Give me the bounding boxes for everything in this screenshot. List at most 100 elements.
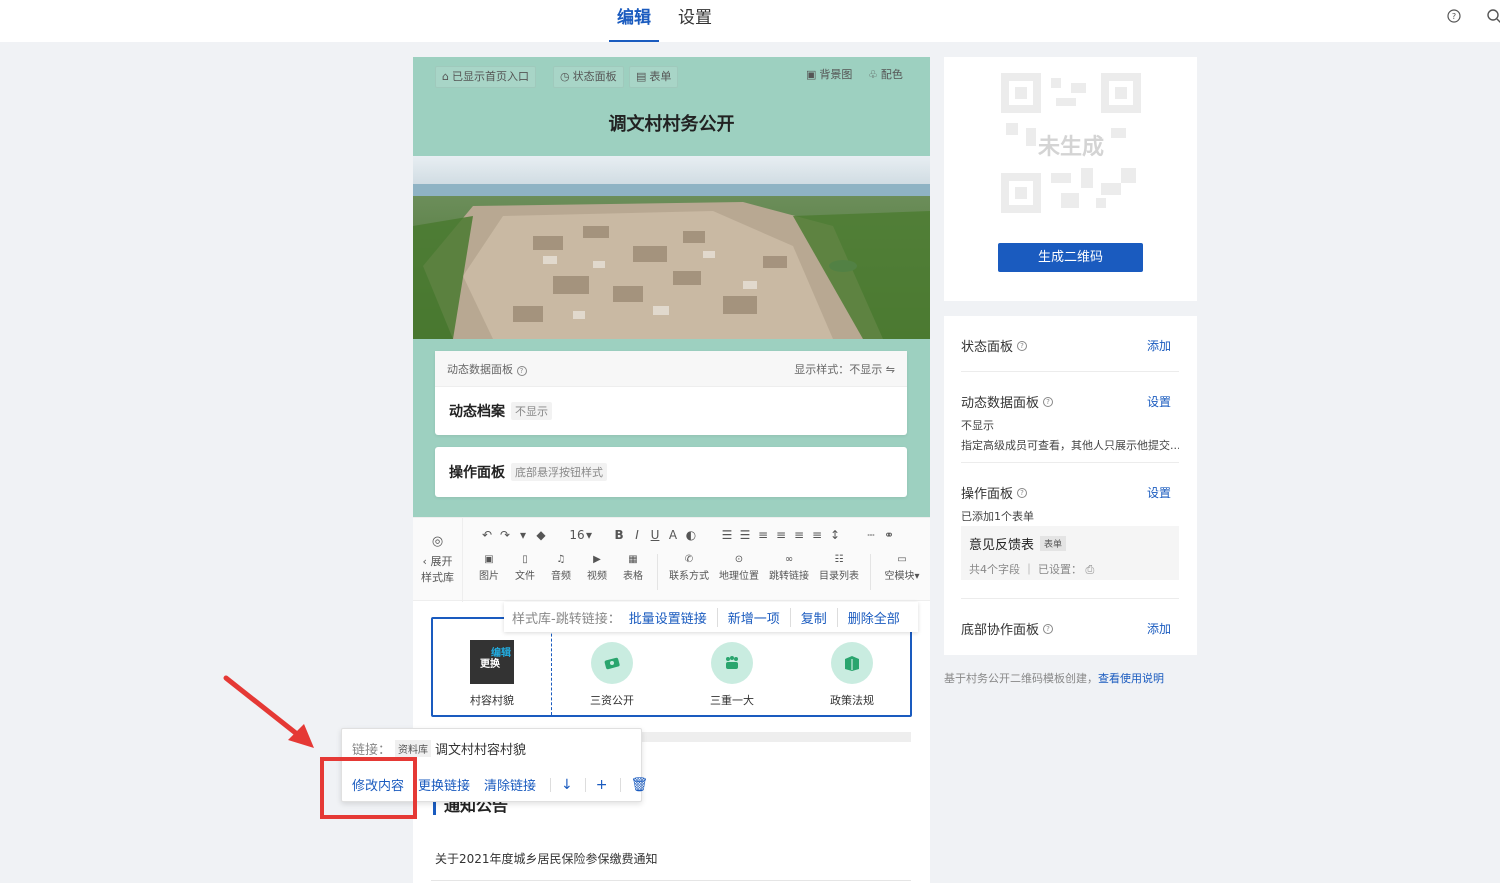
align-center-icon[interactable]: ≡ (772, 528, 790, 542)
font-size-select[interactable]: 16▾ (568, 528, 592, 542)
nav-item-village-appearance[interactable]: 编辑 更换 村容村貌 (433, 619, 552, 715)
svg-text:?: ? (1452, 12, 1456, 21)
tab-edit[interactable]: 编辑 (609, 6, 659, 42)
operation-panel-section: 操作面板? 设置 已添加1个表单 (961, 484, 1171, 523)
palette-icon: ◎ (431, 534, 444, 549)
link-icon[interactable]: ⚭ (880, 528, 898, 542)
qr-code-panel: 未生成 生成二维码 (944, 57, 1197, 301)
batch-set-links-button[interactable]: 批量设置链接 (629, 608, 717, 627)
color-scheme-button[interactable]: ♧ 配色 (868, 66, 903, 84)
add-status-panel-button[interactable]: 添加 (1147, 337, 1171, 354)
nav-item-policies[interactable]: 政策法规 (792, 619, 912, 715)
divider-icon[interactable]: ┄ (862, 528, 880, 542)
feedback-form-item[interactable]: 意见反馈表 表单 共4个字段 ｜ 已设置： ⎙ (961, 526, 1179, 580)
change-link-button[interactable]: 更换链接 (418, 775, 470, 794)
underline-button[interactable]: U (646, 528, 664, 542)
align-left-icon[interactable]: ≡ (754, 528, 772, 542)
clear-link-button[interactable]: 清除链接 (484, 775, 536, 794)
font-color-button[interactable]: A (664, 528, 682, 542)
link-target[interactable]: 调文村村容村貌 (435, 739, 526, 758)
search-icon[interactable] (1486, 8, 1500, 24)
jump-link-grid: 编辑 更换 村容村貌 三资公开 三重一大 政策法规 (431, 617, 912, 717)
source-badge: 资料库 (395, 740, 432, 757)
page-title[interactable]: 调文村村务公开 (413, 110, 930, 136)
insert-location-button[interactable]: ⊙ 地理位置 (714, 554, 764, 590)
notice-item[interactable]: 关于2021年度城乡居民保险参保缴费通知 (435, 850, 658, 867)
expand-style-library-button[interactable]: ◎ ‹ 展开 样式库 (413, 518, 463, 602)
italic-button[interactable]: I (628, 528, 646, 542)
banner-image[interactable] (413, 156, 930, 339)
arrow-down-icon[interactable]: ↓ (561, 777, 573, 793)
image-icon: ▣ (484, 554, 494, 565)
add-bottom-panel-button[interactable]: 添加 (1147, 620, 1171, 637)
display-style-toggle[interactable]: 显示样式：不显示 ⇋ (794, 361, 895, 377)
set-operation-panel-button[interactable]: 设置 (1147, 484, 1171, 501)
question-icon[interactable]: ? (1017, 487, 1028, 498)
eraser-icon[interactable]: ◆ (532, 528, 550, 542)
top-bar: 编辑 设置 ? (0, 0, 1500, 42)
align-justify-icon[interactable]: ≡ (808, 528, 826, 542)
nav-item-assets-disclosure[interactable]: 三资公开 (552, 619, 672, 715)
copy-button[interactable]: 复制 (789, 607, 837, 627)
insert-audio-button[interactable]: ♫ 音频 (543, 554, 579, 590)
template-footnote: 基于村务公开二维码模板创建，查看使用说明 (944, 672, 1164, 685)
line-height-icon[interactable]: ↕ (826, 528, 844, 542)
home-entry-chip[interactable]: ⌂ 已显示首页入口 (435, 66, 536, 88)
insert-contact-button[interactable]: ✆ 联系方式 (664, 554, 714, 590)
printer-icon[interactable]: ⎙ (1086, 563, 1095, 576)
home-icon: ⌂ (442, 70, 449, 83)
trash-icon[interactable]: 🗑 (631, 777, 649, 793)
question-icon[interactable]: ? (1043, 623, 1054, 634)
background-image-button[interactable]: ▣ 背景图 (806, 66, 852, 84)
form-chip[interactable]: ▤ 表单 (629, 66, 679, 88)
nav-item-major-decisions[interactable]: 三重一大 (672, 619, 792, 715)
phone-icon: ✆ (684, 554, 694, 565)
module-icon: ▭ (897, 554, 907, 565)
plus-icon[interactable]: + (596, 777, 608, 793)
highlight-icon[interactable]: ◐ (682, 528, 700, 542)
replace-thumbnail-button[interactable]: 更换 (480, 655, 500, 670)
book-icon (831, 642, 873, 684)
dynamic-data-panel-card[interactable]: 动态数据面板 ? 显示样式：不显示 ⇋ 动态档案 不显示 (435, 351, 907, 435)
question-icon[interactable]: ? (1043, 396, 1054, 407)
chain-icon: ∞ (784, 554, 794, 565)
insert-toc-button[interactable]: ☷ 目录列表 (814, 554, 864, 590)
form-icon: ▤ (636, 70, 647, 83)
help-icon[interactable]: ? (1446, 8, 1462, 24)
unordered-list-icon[interactable]: ☰ (736, 528, 754, 542)
file-icon: ▯ (522, 554, 528, 565)
insert-video-button[interactable]: ▶ 视频 (579, 554, 615, 590)
redo-icon[interactable]: ↷ (496, 528, 514, 542)
delete-all-button[interactable]: 删除全部 (836, 607, 910, 627)
status-panel-chip[interactable]: ◷ 状态面板 (553, 66, 624, 88)
item-thumbnail[interactable]: 编辑 更换 (470, 640, 514, 684)
palette-icon: ♧ (868, 68, 878, 81)
question-icon[interactable]: ? (1017, 340, 1028, 351)
annotation-arrow (223, 675, 314, 748)
operation-panel-style-badge: 底部悬浮按钮样式 (511, 463, 607, 481)
insert-empty-module-button[interactable]: ▭ 空模块▾ (877, 554, 927, 590)
editor-toolbar: ◎ ‹ 展开 样式库 ↶ ↷ ▾ ◆ 16▾ B I U A ◐ ☰ ☰ ≡ ≡… (413, 517, 930, 602)
insert-jump-link-button[interactable]: ∞ 跳转链接 (764, 554, 814, 590)
bold-button[interactable]: B (610, 528, 628, 542)
operation-panel-card[interactable]: 操作面板 底部悬浮按钮样式 (435, 447, 907, 497)
generate-qr-button[interactable]: 生成二维码 (998, 243, 1143, 272)
status-panel-section: 状态面板? 添加 (961, 337, 1171, 355)
format-painter-icon[interactable]: ▾ (514, 528, 532, 542)
settings-panel: 状态面板? 添加 动态数据面板? 设置 不显示 指定高级成员可查看，其他人只展示… (944, 316, 1197, 655)
set-dynamic-panel-button[interactable]: 设置 (1147, 393, 1171, 410)
undo-icon[interactable]: ↶ (478, 528, 496, 542)
align-right-icon[interactable]: ≡ (790, 528, 808, 542)
insert-toolbar: ▣ 图片 ▯ 文件 ♫ 音频 ▶ 视频 ▦ 表格 ✆ 联系方式 ⊙ 地理位置 ∞ 跳转链接 ☷ 目… (471, 554, 927, 590)
ordered-list-icon[interactable]: ☰ (718, 528, 736, 542)
usage-guide-link[interactable]: 查看使用说明 (1098, 672, 1164, 685)
insert-file-button[interactable]: ▯ 文件 (507, 554, 543, 590)
annotation-highlight-box (320, 757, 417, 819)
list-icon: ☷ (834, 554, 844, 565)
divider (431, 880, 911, 881)
tab-settings[interactable]: 设置 (678, 6, 712, 42)
add-item-button[interactable]: 新增一项 (716, 607, 790, 627)
insert-table-button[interactable]: ▦ 表格 (615, 554, 651, 590)
music-icon: ♫ (556, 554, 566, 565)
insert-image-button[interactable]: ▣ 图片 (471, 554, 507, 590)
